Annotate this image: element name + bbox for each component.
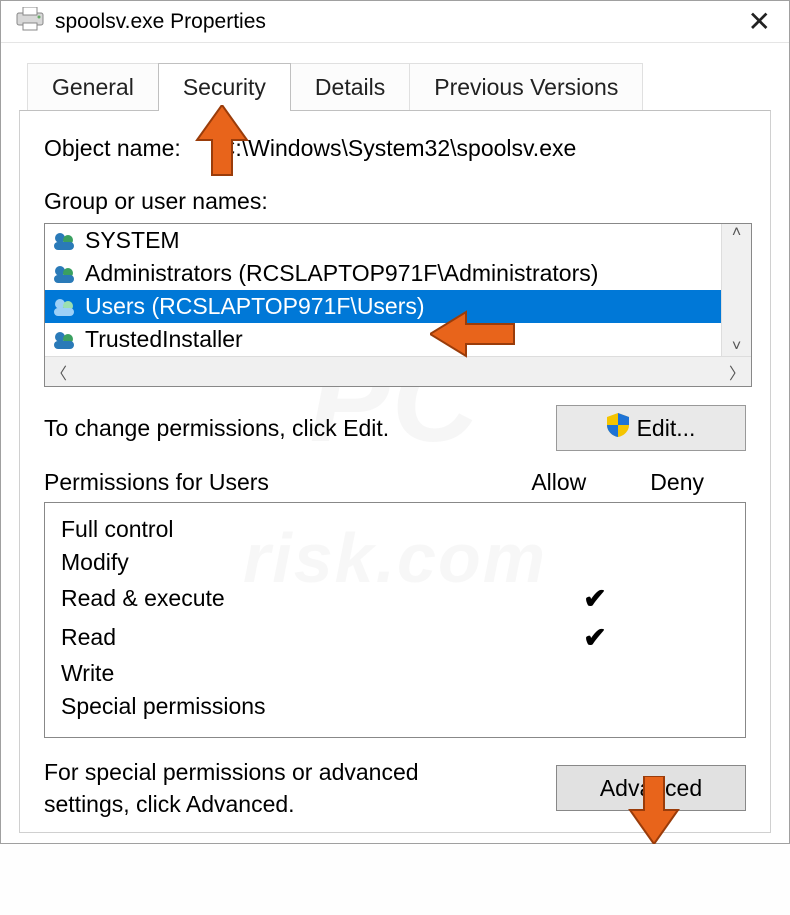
permissions-for-label: Permissions for Users: [44, 469, 269, 496]
scroll-down-icon[interactable]: ˅: [732, 338, 741, 356]
advanced-help-text: For special permissions or advanced sett…: [44, 756, 504, 820]
horizontal-scrollbar[interactable]: 〈 〉: [45, 356, 751, 386]
list-item-administrators[interactable]: Administrators (RCSLAPTOP971F\Administra…: [45, 257, 721, 290]
tab-details[interactable]: Details: [290, 63, 410, 111]
perm-row-full-control: Full control: [61, 513, 733, 546]
list-item-label: Administrators (RCSLAPTOP971F\Administra…: [85, 260, 598, 287]
title-bar: spoolsv.exe Properties ✕: [1, 1, 789, 43]
annotation-arrow-security-tab: [192, 105, 252, 182]
group-user-names-label: Group or user names:: [44, 188, 746, 215]
scroll-right-icon[interactable]: 〉: [729, 360, 745, 384]
allow-check-icon: ✔: [547, 582, 643, 615]
perm-name: Read: [61, 624, 547, 651]
annotation-arrow-advanced-button: [626, 776, 682, 849]
principals-listbox[interactable]: SYSTEM Administrators (RCSLAPTOP971F\Adm…: [44, 223, 752, 387]
edit-button-label: Edit...: [637, 415, 696, 442]
printer-icon: [15, 7, 45, 36]
allow-check-icon: ✔: [547, 621, 643, 654]
properties-dialog: spoolsv.exe Properties ✕ General Securit…: [0, 0, 790, 844]
perm-row-write: Write: [61, 657, 733, 690]
object-name-value: C:\Windows\System32\spoolsv.exe: [219, 135, 577, 162]
tab-previous-versions[interactable]: Previous Versions: [409, 63, 643, 111]
list-item-label: SYSTEM: [85, 227, 180, 254]
list-item-trustedinstaller[interactable]: TrustedInstaller: [45, 323, 721, 356]
tab-general[interactable]: General: [27, 63, 159, 111]
perm-name: Write: [61, 660, 547, 687]
window-title: spoolsv.exe Properties: [55, 10, 266, 34]
users-group-icon: [51, 231, 77, 251]
users-group-icon: [51, 297, 77, 317]
perm-row-modify: Modify: [61, 546, 733, 579]
object-name-label: Object name:: [44, 135, 181, 162]
perm-name: Modify: [61, 549, 547, 576]
perm-row-read-execute: Read & execute ✔: [61, 579, 733, 618]
users-group-icon: [51, 264, 77, 284]
list-item-system[interactable]: SYSTEM: [45, 224, 721, 257]
allow-column-header: Allow: [531, 469, 586, 496]
vertical-scrollbar[interactable]: ˄ ˅: [721, 224, 751, 356]
perm-row-special: Special permissions: [61, 690, 733, 723]
list-item-label: Users (RCSLAPTOP971F\Users): [85, 293, 425, 320]
users-group-icon: [51, 330, 77, 350]
perm-row-read: Read ✔: [61, 618, 733, 657]
permissions-list: Full control Modify Read & execute ✔ Rea…: [44, 502, 746, 738]
perm-name: Full control: [61, 516, 547, 543]
tab-strip: General Security Details Previous Versio…: [27, 63, 771, 111]
change-permissions-text: To change permissions, click Edit.: [44, 415, 389, 442]
annotation-arrow-users-row: [430, 308, 516, 365]
close-button[interactable]: ✕: [740, 8, 779, 36]
tab-security[interactable]: Security: [158, 63, 291, 111]
tab-panel-security: PC risk.com Object name: C:\Windows\Syst…: [19, 110, 771, 833]
scroll-up-icon[interactable]: ˄: [732, 224, 741, 242]
perm-name: Special permissions: [61, 693, 547, 720]
scroll-left-icon[interactable]: 〈: [51, 360, 67, 384]
list-item-label: TrustedInstaller: [85, 326, 243, 353]
uac-shield-icon: [607, 413, 629, 443]
list-item-users[interactable]: Users (RCSLAPTOP971F\Users): [45, 290, 721, 323]
edit-button[interactable]: Edit...: [556, 405, 746, 451]
deny-column-header: Deny: [650, 469, 704, 496]
perm-name: Read & execute: [61, 585, 547, 612]
